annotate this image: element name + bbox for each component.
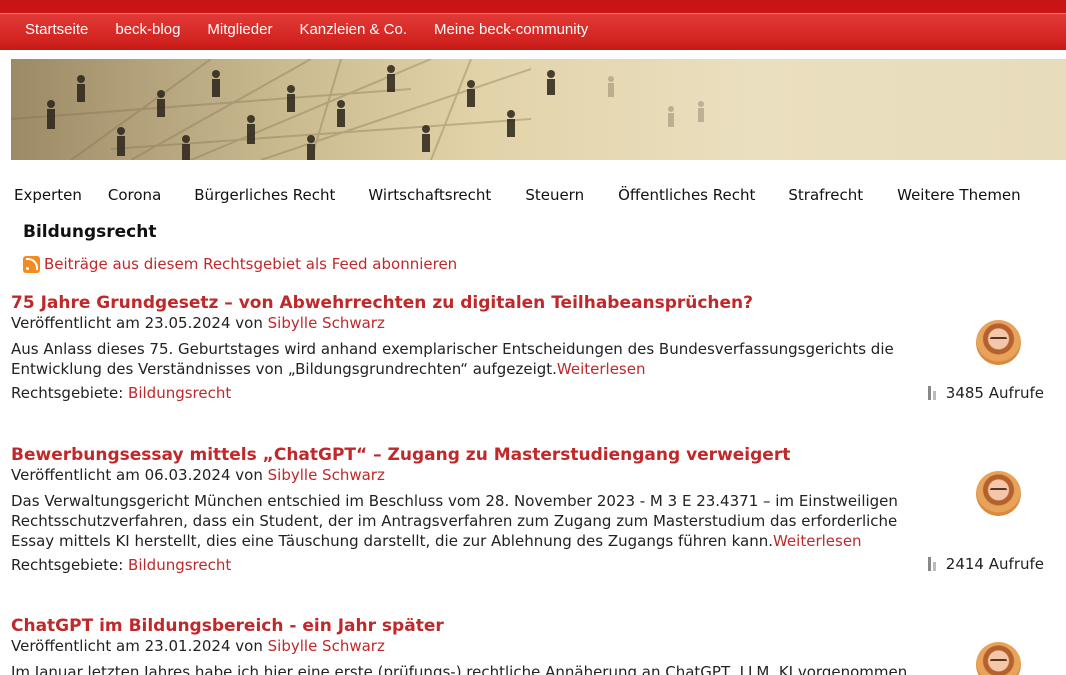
author-link[interactable]: Sibylle Schwarz	[268, 466, 385, 484]
article-legal-areas: Rechtsgebiete: Bildungsrecht	[11, 383, 1051, 403]
topnav-item-mitglieder[interactable]: Mitglieder	[207, 21, 272, 38]
topnav-item-meine-community[interactable]: Meine beck-community	[434, 21, 588, 38]
areas-label: Rechtsgebiete:	[11, 556, 124, 574]
category-experten[interactable]: Experten	[14, 186, 82, 204]
published-label: Veröffentlicht am	[11, 466, 140, 484]
area-link[interactable]: Bildungsrecht	[128, 384, 231, 402]
read-more-link[interactable]: Weiterlesen	[557, 360, 646, 378]
teaser-text: Das Verwaltungsgericht München entschied…	[11, 492, 898, 550]
article-date: 06.03.2024	[144, 466, 231, 484]
article-date: 23.01.2024	[144, 637, 231, 655]
view-count-suffix: Aufrufe	[988, 384, 1044, 402]
category-navigation: Experten Corona Bürgerliches Recht Wirts…	[14, 186, 1021, 204]
category-strafrecht[interactable]: Strafrecht	[788, 186, 863, 204]
topnav-item-kanzleien[interactable]: Kanzleien & Co.	[299, 21, 407, 38]
article-teaser-text: Das Verwaltungsgericht München entschied…	[11, 491, 931, 551]
category-steuern[interactable]: Steuern	[525, 186, 584, 204]
article-date: 23.05.2024	[144, 314, 231, 332]
category-wirtschaftsrecht[interactable]: Wirtschaftsrecht	[368, 186, 491, 204]
article-legal-areas: Rechtsgebiete: Bildungsrecht	[11, 555, 1051, 575]
topnav-item-beck-blog[interactable]: beck-blog	[115, 21, 180, 38]
feed-subscribe-link[interactable]: Beiträge aus diesem Rechtsgebiet als Fee…	[44, 255, 457, 273]
view-count: 3485 Aufrufe	[927, 384, 1044, 402]
areas-label: Rechtsgebiete:	[11, 384, 124, 402]
by-label: von	[235, 466, 263, 484]
article-teaser-text: Aus Anlass dieses 75. Geburtstages wird …	[11, 339, 931, 379]
topnav-item-startseite[interactable]: Startseite	[25, 21, 88, 38]
category-corona[interactable]: Corona	[108, 186, 161, 204]
article-teaser-text: Im Januar letzten Jahres habe ich hier e…	[11, 662, 931, 675]
header-banner-image	[11, 59, 1066, 160]
author-avatar[interactable]	[976, 471, 1021, 516]
article-teaser: ChatGPT im Bildungsbereich - ein Jahr sp…	[11, 616, 1051, 675]
view-count-number: 3485	[945, 384, 984, 402]
article-meta: Veröffentlicht am 06.03.2024 von Sibylle…	[11, 465, 1051, 485]
teaser-text: Aus Anlass dieses 75. Geburtstages wird …	[11, 340, 894, 378]
area-link[interactable]: Bildungsrecht	[128, 556, 231, 574]
rss-icon	[23, 255, 40, 273]
read-more-link[interactable]: Weiterlesen	[773, 532, 862, 550]
bar-chart-icon	[927, 386, 940, 400]
page-title: Bildungsrecht	[23, 222, 157, 242]
category-buergerliches-recht[interactable]: Bürgerliches Recht	[194, 186, 335, 204]
top-navigation: Startseite beck-blog Mitglieder Kanzleie…	[0, 0, 1066, 50]
author-avatar[interactable]	[976, 320, 1021, 365]
view-count-number: 2414	[945, 555, 984, 573]
teaser-text: Im Januar letzten Jahres habe ich hier e…	[11, 663, 912, 675]
author-link[interactable]: Sibylle Schwarz	[268, 314, 385, 332]
author-link[interactable]: Sibylle Schwarz	[268, 637, 385, 655]
crowd-banner-illustration	[11, 59, 704, 160]
view-count-suffix: Aufrufe	[988, 555, 1044, 573]
published-label: Veröffentlicht am	[11, 314, 140, 332]
published-label: Veröffentlicht am	[11, 637, 140, 655]
article-meta: Veröffentlicht am 23.01.2024 von Sibylle…	[11, 636, 1051, 656]
view-count: 2414 Aufrufe	[927, 555, 1044, 573]
category-oeffentliches-recht[interactable]: Öffentliches Recht	[618, 186, 755, 204]
article-teaser: Bewerbungsessay mittels „ChatGPT“ – Zuga…	[11, 445, 1051, 575]
top-navigation-highlight	[0, 13, 1066, 14]
by-label: von	[235, 637, 263, 655]
by-label: von	[235, 314, 263, 332]
bar-chart-icon	[927, 557, 940, 571]
article-teaser: 75 Jahre Grundgesetz – von Abwehrrechten…	[11, 293, 1051, 403]
category-weitere-themen[interactable]: Weitere Themen	[897, 186, 1021, 204]
article-meta: Veröffentlicht am 23.05.2024 von Sibylle…	[11, 313, 1051, 333]
article-title-link[interactable]: Bewerbungsessay mittels „ChatGPT“ – Zuga…	[11, 445, 1051, 465]
feed-subscribe[interactable]: Beiträge aus diesem Rechtsgebiet als Fee…	[23, 255, 457, 273]
article-title-link[interactable]: ChatGPT im Bildungsbereich - ein Jahr sp…	[11, 616, 1051, 636]
article-title-link[interactable]: 75 Jahre Grundgesetz – von Abwehrrechten…	[11, 293, 1051, 313]
